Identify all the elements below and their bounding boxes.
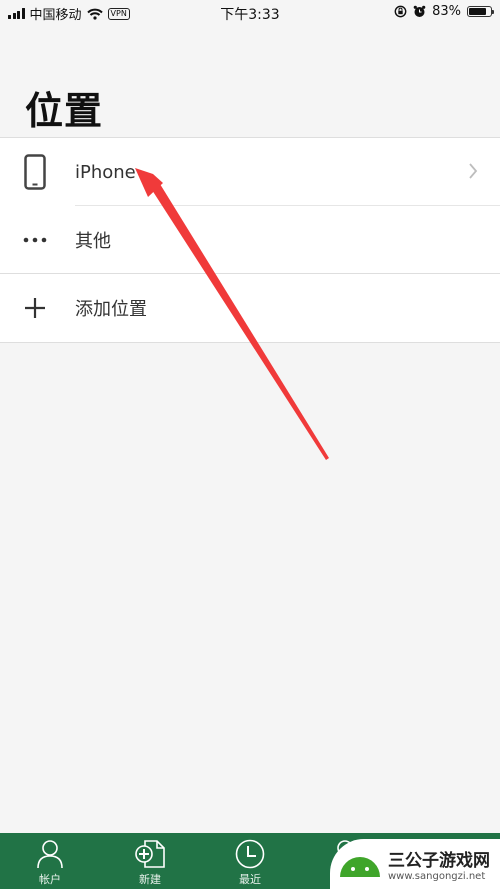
clock-icon [235, 839, 265, 869]
new-document-icon [135, 840, 165, 868]
watermark-url: www.sangongzi.net [388, 871, 486, 882]
android-logo-icon [340, 857, 380, 877]
tab-account[interactable]: 帐户 [0, 833, 100, 889]
plus-icon [25, 298, 45, 318]
location-label: iPhone [75, 161, 136, 183]
tab-label: 帐户 [39, 873, 61, 886]
tab-label: 新建 [139, 873, 161, 886]
watermark-title: 三公子游戏网 [388, 851, 490, 871]
rotation-lock-icon [394, 5, 407, 18]
location-item-other[interactable]: 其他 [0, 206, 500, 274]
locations-list: iPhone 其他 添加位置 [0, 137, 500, 343]
alarm-icon [413, 5, 426, 17]
location-item-iphone[interactable]: iPhone [0, 138, 500, 206]
watermark: 三公子游戏网 www.sangongzi.net [330, 839, 500, 889]
phone-icon [24, 154, 46, 190]
add-location-button[interactable]: 添加位置 [0, 274, 500, 342]
location-label: 其他 [75, 231, 111, 252]
tab-new[interactable]: 新建 [100, 833, 200, 889]
page-title: 位置 [25, 89, 104, 133]
more-dots-icon [23, 237, 47, 243]
status-bar: 中国移动 VPN 下午3:33 83% [0, 0, 500, 24]
battery-percent: 83% [432, 4, 461, 19]
location-label: 添加位置 [75, 299, 147, 320]
person-icon [37, 840, 63, 869]
tab-label: 最近 [239, 873, 261, 886]
battery-icon [467, 6, 494, 17]
battery-level [469, 8, 487, 15]
tab-recent[interactable]: 最近 [200, 833, 300, 889]
chevron-right-icon [468, 162, 478, 185]
